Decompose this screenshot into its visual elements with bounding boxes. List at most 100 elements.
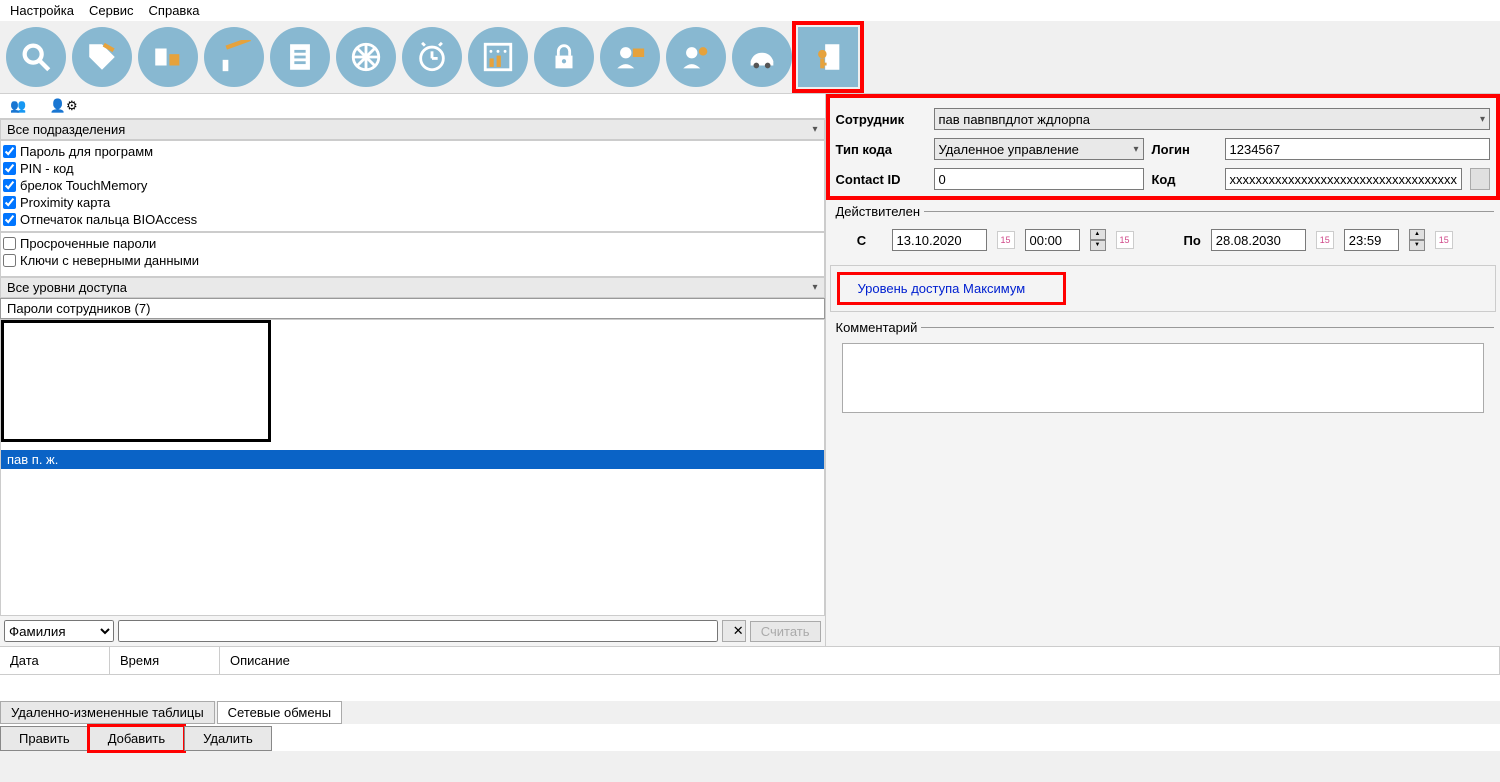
check-label: Proximity карта [20, 194, 110, 211]
redacted-box [1, 320, 271, 442]
col-time[interactable]: Время [110, 647, 220, 674]
check-item[interactable]: Ключи с неверными данными [3, 252, 822, 269]
barrier-icon[interactable] [204, 27, 264, 87]
bottom-action-buttons: Править Добавить Удалить [0, 726, 1500, 751]
left-tabstrip: 👥 👤⚙ [0, 94, 825, 119]
edit-button[interactable]: Править [0, 726, 89, 751]
tab-usergear[interactable]: 👤⚙ [42, 96, 86, 116]
code-aux-button[interactable] [1470, 168, 1490, 190]
lock-icon[interactable] [534, 27, 594, 87]
emp-combo[interactable]: пав павпвпдлот ждлорпа ▾ [934, 108, 1491, 130]
dept-dropdown-label: Все подразделения [7, 122, 125, 137]
checkbox[interactable] [3, 179, 16, 192]
grid-header: Дата Время Описание [0, 647, 1500, 675]
emp-value: пав павпвпдлот ждлорпа [939, 112, 1091, 127]
employee-list[interactable]: пав п. ж. [0, 319, 825, 616]
search-field-select[interactable]: Фамилия [4, 620, 114, 642]
comment-fieldset: Комментарий [832, 320, 1495, 417]
tab-remote-tables[interactable]: Удаленно-измененные таблицы [0, 701, 215, 724]
search-icon[interactable] [6, 27, 66, 87]
wheel-icon[interactable] [336, 27, 396, 87]
read-button: Считать [750, 621, 821, 642]
check-label: брелок TouchMemory [20, 177, 147, 194]
tag-icon[interactable] [72, 27, 132, 87]
check-item[interactable]: Proximity карта [3, 194, 822, 211]
calendar-icon[interactable]: 15 [1435, 231, 1453, 249]
search-row: Фамилия ✕ Считать [0, 616, 825, 646]
from-date-input[interactable]: 13.10.2020 [892, 229, 987, 251]
check-item[interactable]: PIN - код [3, 160, 822, 177]
checkbox[interactable] [3, 196, 16, 209]
validity-fieldset: Действителен С 13.10.2020 15 00:00 ▲▼ 15… [832, 204, 1495, 257]
left-panel: 👥 👤⚙ Все подразделения ▾ Пароль для прог… [0, 94, 826, 646]
devices-icon[interactable] [138, 27, 198, 87]
calendar-icon[interactable]: 15 [1316, 231, 1334, 249]
access-level-box[interactable]: Уровень доступа Максимум [837, 272, 1067, 305]
employee-form: Сотрудник пав павпвпдлот ждлорпа ▾ Тип к… [826, 94, 1500, 200]
bottom-tabs: Удаленно-измененные таблицы Сетевые обме… [0, 701, 1500, 724]
document-icon[interactable] [270, 27, 330, 87]
contact-field[interactable]: 0 [934, 168, 1144, 190]
from-time-spinner[interactable]: ▲▼ [1090, 229, 1106, 251]
col-desc[interactable]: Описание [220, 647, 1500, 674]
to-label: По [1184, 233, 1201, 248]
login-field[interactable]: 1234567 [1225, 138, 1491, 160]
dept-dropdown[interactable]: Все подразделения ▾ [0, 119, 825, 140]
passwords-header: Пароли сотрудников (7) [0, 298, 825, 319]
check-label: Ключи с неверными данными [20, 252, 199, 269]
checklist-filters: Просроченные паролиКлючи с неверными дан… [0, 232, 825, 277]
search-input[interactable] [118, 620, 718, 642]
check-item[interactable]: Отпечаток пальца BIOAccess [3, 211, 822, 228]
col-date[interactable]: Дата [0, 647, 110, 674]
key-panel-icon[interactable] [798, 27, 858, 87]
clock-icon[interactable] [402, 27, 462, 87]
selected-employee[interactable]: пав п. ж. [1, 450, 824, 469]
add-button[interactable]: Добавить [89, 726, 184, 751]
code-label: Код [1152, 172, 1217, 187]
codetype-combo[interactable]: Удаленное управление ▾ [934, 138, 1144, 160]
menu-settings[interactable]: Настройка [10, 3, 74, 18]
check-item[interactable]: Просроченные пароли [3, 235, 822, 252]
codetype-label: Тип кода [836, 142, 926, 157]
clear-search-button[interactable]: ✕ [722, 620, 746, 642]
login-label: Логин [1152, 142, 1217, 157]
check-label: Пароль для программ [20, 143, 153, 160]
chevron-down-icon: ▾ [1133, 144, 1138, 155]
checklist-types: Пароль для программPIN - кодбрелок Touch… [0, 140, 825, 232]
right-panel: Сотрудник пав павпвпдлот ждлорпа ▾ Тип к… [826, 94, 1500, 646]
check-item[interactable]: брелок TouchMemory [3, 177, 822, 194]
chart-icon[interactable] [468, 27, 528, 87]
calendar-icon[interactable]: 15 [1116, 231, 1134, 249]
check-label: PIN - код [20, 160, 74, 177]
delete-button[interactable]: Удалить [184, 726, 272, 751]
to-date-input[interactable]: 28.08.2030 [1211, 229, 1306, 251]
check-label: Просроченные пароли [20, 235, 156, 252]
checkbox[interactable] [3, 237, 16, 250]
check-item[interactable]: Пароль для программ [3, 143, 822, 160]
toolbar [0, 21, 1500, 94]
chevron-down-icon: ▾ [1480, 114, 1485, 125]
contact-label: Contact ID [836, 172, 926, 187]
emp-label: Сотрудник [836, 112, 926, 127]
comment-textarea[interactable] [842, 343, 1485, 413]
from-time-input[interactable]: 00:00 [1025, 229, 1080, 251]
calendar-icon[interactable]: 15 [997, 231, 1015, 249]
checkbox[interactable] [3, 213, 16, 226]
checkbox[interactable] [3, 145, 16, 158]
menu-help[interactable]: Справка [149, 3, 200, 18]
checkbox[interactable] [3, 254, 16, 267]
comment-label: Комментарий [832, 320, 922, 335]
levels-dropdown[interactable]: Все уровни доступа ▾ [0, 277, 825, 298]
code-field[interactable]: xxxxxxxxxxxxxxxxxxxxxxxxxxxxxxxxxxx [1225, 168, 1463, 190]
to-time-spinner[interactable]: ▲▼ [1409, 229, 1425, 251]
user-card-icon[interactable] [600, 27, 660, 87]
menu-service[interactable]: Сервис [89, 3, 134, 18]
car-icon[interactable] [732, 27, 792, 87]
tab-users[interactable]: 👥 [2, 96, 34, 116]
chevron-down-icon: ▾ [812, 124, 817, 135]
checkbox[interactable] [3, 162, 16, 175]
to-time-input[interactable]: 23:59 [1344, 229, 1399, 251]
chevron-down-icon: ▾ [812, 282, 817, 293]
tab-network-exchange[interactable]: Сетевые обмены [217, 701, 342, 724]
users-icon[interactable] [666, 27, 726, 87]
